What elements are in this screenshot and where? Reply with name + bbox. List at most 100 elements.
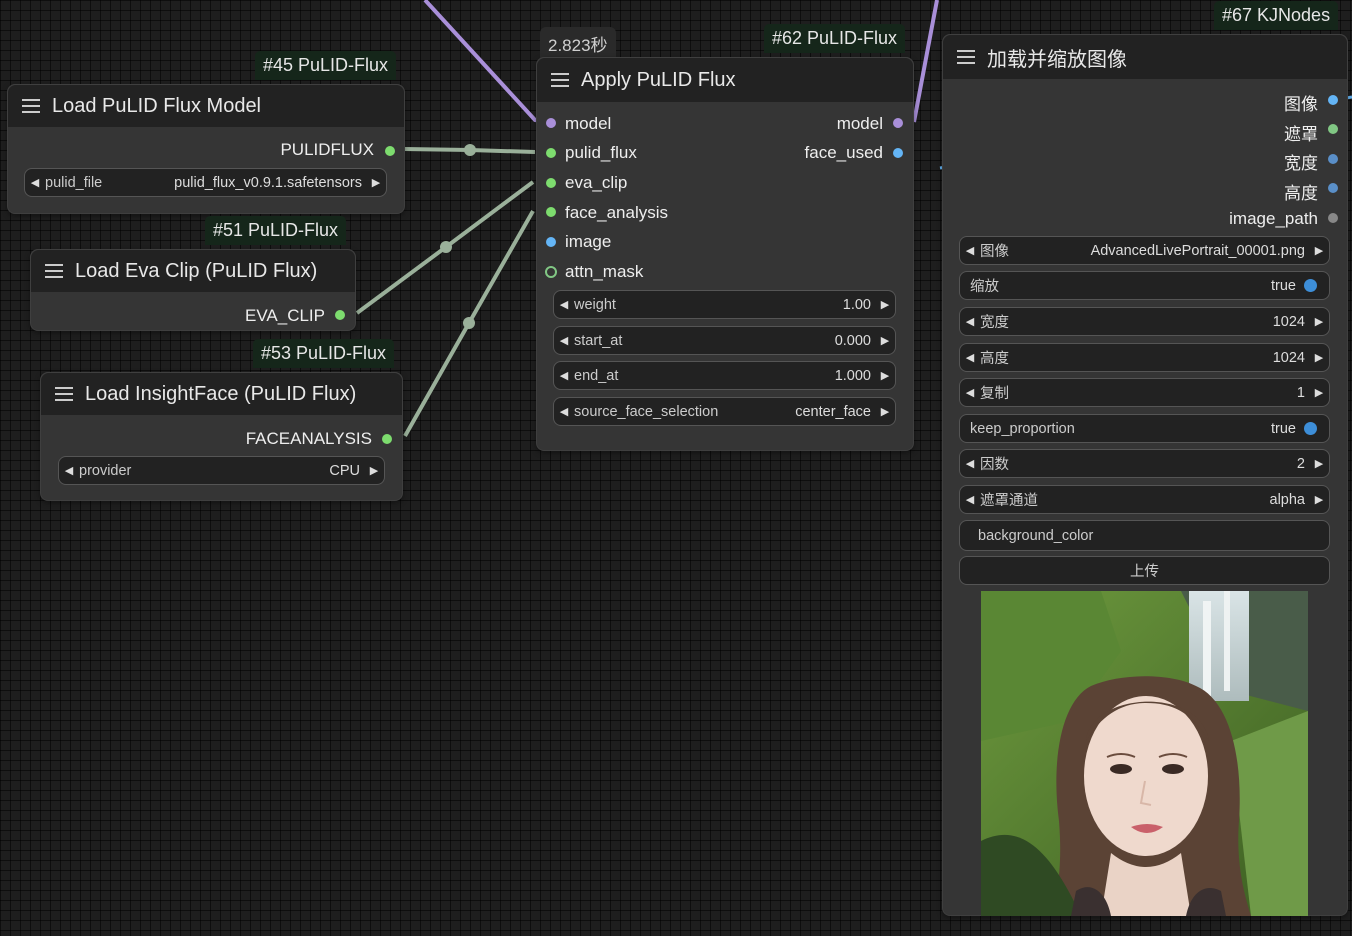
repeat-widget-value: 1 <box>1296 384 1305 401</box>
output-face-used-dot[interactable] <box>893 148 903 158</box>
left-arrow-icon[interactable]: ◀ <box>554 298 574 311</box>
weight-number-widget[interactable]: ◀ weight 1.00 ▶ <box>553 290 896 319</box>
end-at-number-widget[interactable]: ◀ end_at 1.000 ▶ <box>553 361 896 390</box>
right-arrow-icon[interactable]: ▶ <box>1309 493 1329 506</box>
node62-header[interactable]: Apply PuLID Flux <box>537 58 913 102</box>
upload-button-label: 上传 <box>1130 564 1159 580</box>
link-pulidflux-midpoint[interactable] <box>464 144 476 156</box>
input-model-dot[interactable] <box>546 118 556 128</box>
scale-toggle[interactable]: 缩放 true <box>959 271 1330 300</box>
node-load-eva-clip[interactable]: Load Eva Clip (PuLID Flux) EVA_CLIP <box>30 249 356 331</box>
output-image-path-label: image_path <box>1229 209 1318 228</box>
image-preview <box>981 591 1308 916</box>
menu-icon[interactable] <box>55 387 73 401</box>
repeat-number-widget[interactable]: ◀ 复制 1 ▶ <box>959 378 1330 407</box>
input-pulid-flux-dot[interactable] <box>546 148 556 158</box>
right-arrow-icon[interactable]: ▶ <box>875 298 895 311</box>
right-arrow-icon[interactable]: ▶ <box>1309 386 1329 399</box>
right-arrow-icon[interactable]: ▶ <box>875 405 895 418</box>
output-mask-dot[interactable] <box>1328 124 1338 134</box>
left-arrow-icon[interactable]: ◀ <box>25 176 45 189</box>
left-arrow-icon[interactable]: ◀ <box>960 315 980 328</box>
left-arrow-icon[interactable]: ◀ <box>960 493 980 506</box>
right-arrow-icon[interactable]: ▶ <box>1309 457 1329 470</box>
link-model-out[interactable] <box>912 0 939 123</box>
divisor-widget-value: 2 <box>1296 455 1305 472</box>
background-color-text-widget[interactable]: background_color <box>959 520 1330 551</box>
start-at-name: start_at <box>574 332 623 349</box>
left-arrow-icon[interactable]: ◀ <box>59 464 79 477</box>
keep-proportion-value: true <box>1271 420 1296 437</box>
image-widget-name: 图像 <box>980 244 1009 260</box>
mask-channel-name: 遮罩通道 <box>980 493 1038 509</box>
input-eva-clip-dot[interactable] <box>546 178 556 188</box>
menu-icon[interactable] <box>45 264 63 278</box>
start-at-number-widget[interactable]: ◀ start_at 0.000 ▶ <box>553 326 896 355</box>
input-model-label: model <box>565 114 612 133</box>
upload-button[interactable]: 上传 <box>959 556 1330 585</box>
pulid-file-combo[interactable]: ◀ pulid_file pulid_flux_v0.9.1.safetenso… <box>24 168 387 197</box>
node-load-pulid-flux-model[interactable]: Load PuLID Flux Model PULIDFLUX ◀ pulid_… <box>7 84 405 214</box>
node-apply-pulid-flux[interactable]: Apply PuLID Flux model pulid_flux eva_cl… <box>536 57 914 451</box>
left-arrow-icon[interactable]: ◀ <box>554 405 574 418</box>
scale-toggle-value: true <box>1271 277 1296 294</box>
output-eva-clip-dot[interactable] <box>335 310 345 320</box>
left-arrow-icon[interactable]: ◀ <box>960 386 980 399</box>
node51-header[interactable]: Load Eva Clip (PuLID Flux) <box>31 250 355 292</box>
toggle-on-icon[interactable] <box>1304 422 1317 435</box>
left-arrow-icon[interactable]: ◀ <box>960 351 980 364</box>
link-model[interactable] <box>423 0 549 124</box>
input-face-analysis-dot[interactable] <box>546 207 556 217</box>
right-arrow-icon[interactable]: ▶ <box>1309 351 1329 364</box>
output-image-label: 图像 <box>1284 95 1318 114</box>
right-arrow-icon[interactable]: ▶ <box>875 369 895 382</box>
node51-badge: #51 PuLID-Flux <box>205 216 347 245</box>
node53-header[interactable]: Load InsightFace (PuLID Flux) <box>41 373 402 415</box>
left-arrow-icon[interactable]: ◀ <box>960 457 980 470</box>
toggle-on-icon[interactable] <box>1304 279 1317 292</box>
node67-badge: #67 KJNodes <box>1214 1 1339 30</box>
keep-proportion-toggle[interactable]: keep_proportion true <box>959 414 1330 443</box>
mask-channel-combo[interactable]: ◀ 遮罩通道 alpha ▶ <box>959 485 1330 514</box>
input-image-dot[interactable] <box>546 237 556 247</box>
repeat-widget-name: 复制 <box>980 386 1009 402</box>
right-arrow-icon[interactable]: ▶ <box>1309 244 1329 257</box>
output-width-dot[interactable] <box>1328 154 1338 164</box>
divisor-number-widget[interactable]: ◀ 因数 2 ▶ <box>959 449 1330 478</box>
input-image-label: image <box>565 232 612 251</box>
node-load-insightface[interactable]: Load InsightFace (PuLID Flux) FACEANALYS… <box>40 372 403 501</box>
output-model-dot[interactable] <box>893 118 903 128</box>
right-arrow-icon[interactable]: ▶ <box>875 334 895 347</box>
output-model-label: model <box>836 114 883 133</box>
node67-header[interactable]: 加载并缩放图像 <box>943 35 1347 79</box>
menu-icon[interactable] <box>957 50 975 64</box>
node53-title: Load InsightFace (PuLID Flux) <box>85 382 357 405</box>
source-face-selection-combo[interactable]: ◀ source_face_selection center_face ▶ <box>553 397 896 426</box>
node45-header[interactable]: Load PuLID Flux Model <box>8 85 404 127</box>
output-image-dot[interactable] <box>1328 95 1338 105</box>
output-image-path-dot[interactable] <box>1328 213 1338 223</box>
input-attn-mask-dot[interactable] <box>545 266 557 278</box>
menu-icon[interactable] <box>551 73 569 87</box>
width-number-widget[interactable]: ◀ 宽度 1024 ▶ <box>959 307 1330 336</box>
output-pulidflux-dot[interactable] <box>385 146 395 156</box>
output-height-dot[interactable] <box>1328 183 1338 193</box>
left-arrow-icon[interactable]: ◀ <box>960 244 980 257</box>
left-arrow-icon[interactable]: ◀ <box>554 334 574 347</box>
right-arrow-icon[interactable]: ▶ <box>366 176 386 189</box>
output-height-label: 高度 <box>1284 184 1318 203</box>
input-attn-mask-label: attn_mask <box>565 262 644 281</box>
image-combo[interactable]: ◀ 图像 AdvancedLivePortrait_00001.png ▶ <box>959 236 1330 265</box>
link-faceanalysis-midpoint[interactable] <box>463 317 475 329</box>
height-number-widget[interactable]: ◀ 高度 1024 ▶ <box>959 343 1330 372</box>
right-arrow-icon[interactable]: ▶ <box>1309 315 1329 328</box>
right-arrow-icon[interactable]: ▶ <box>364 464 384 477</box>
provider-combo[interactable]: ◀ provider CPU ▶ <box>58 456 385 485</box>
menu-icon[interactable] <box>22 99 40 113</box>
start-at-value: 0.000 <box>834 332 871 349</box>
node51-title: Load Eva Clip (PuLID Flux) <box>75 259 318 282</box>
left-arrow-icon[interactable]: ◀ <box>554 369 574 382</box>
output-faceanalysis-dot[interactable] <box>382 434 392 444</box>
height-widget-name: 高度 <box>980 351 1009 367</box>
link-eva-clip-midpoint[interactable] <box>440 241 452 253</box>
